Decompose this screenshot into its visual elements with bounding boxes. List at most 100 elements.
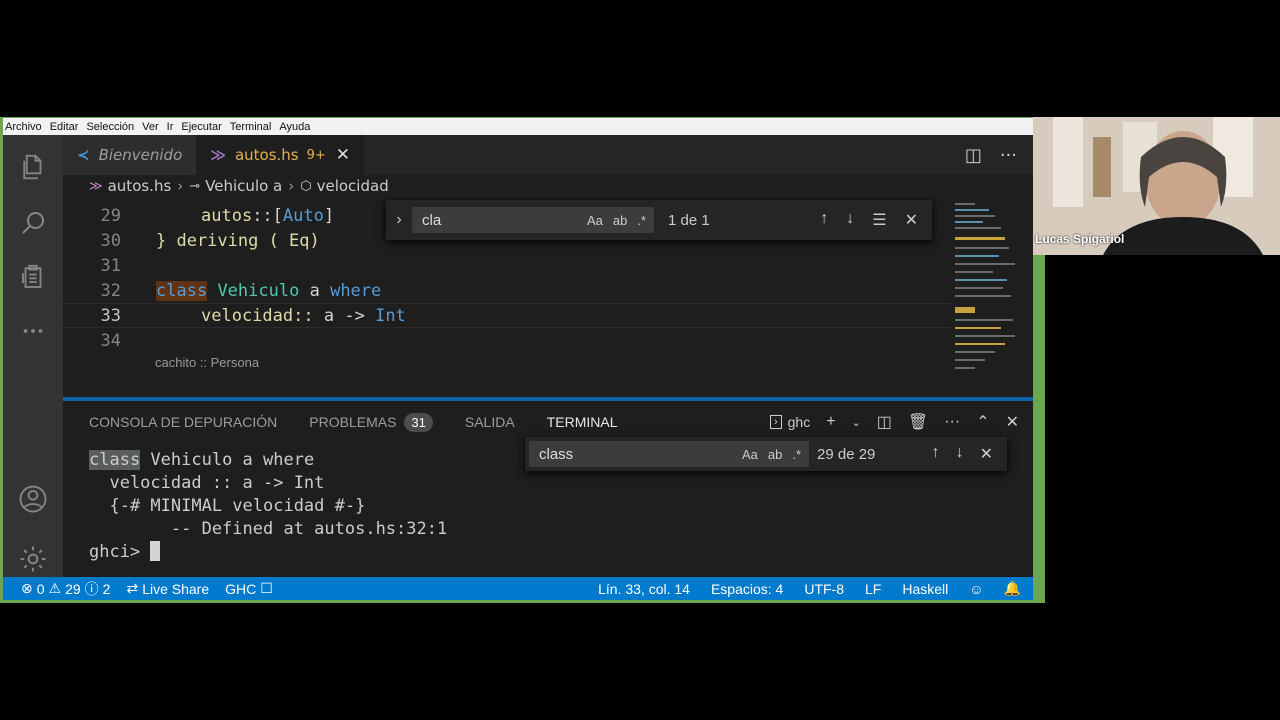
- menu-terminal[interactable]: Terminal: [230, 121, 272, 133]
- error-count: 0: [36, 580, 45, 597]
- breadcrumb-member[interactable]: velocidad: [317, 177, 389, 195]
- feedback-icon[interactable]: ☺: [969, 581, 983, 597]
- code-token: ::[: [252, 205, 283, 226]
- vscode-window: Archivo Editar Selección Ver Ir Ejecutar…: [0, 117, 1045, 603]
- tab-debug-console[interactable]: CONSOLA DE DEPURACIÓN: [89, 401, 277, 443]
- encoding[interactable]: UTF-8: [804, 581, 844, 597]
- type-var: a: [323, 305, 335, 326]
- find-match-count: 29 de 29: [817, 445, 876, 463]
- tab-output[interactable]: SALIDA: [465, 401, 515, 443]
- terminal-cursor: [150, 541, 161, 561]
- participant-name: Lucas Spigariol: [1035, 232, 1125, 246]
- breadcrumb: ≫ autos.hs › ⊸ Vehiculo a › ⬡ velocidad: [63, 175, 1033, 197]
- arrow-up-icon[interactable]: ↑: [932, 444, 940, 464]
- extensions-doc-icon[interactable]: [3, 253, 63, 301]
- code-editor[interactable]: 29 autos::[Auto] 30 } deriving ( Eq) 31 …: [63, 197, 1033, 389]
- code-text: velocidad:: a -> Int: [201, 306, 406, 326]
- arrow-up-icon[interactable]: ↑: [820, 210, 828, 230]
- trash-icon[interactable]: 🗑: [908, 412, 928, 432]
- menu-ejecutar[interactable]: Ejecutar: [181, 121, 221, 133]
- language-mode[interactable]: Haskell: [902, 581, 948, 597]
- gear-icon[interactable]: [3, 535, 63, 583]
- terminal-selector[interactable]: › ghc: [769, 414, 810, 430]
- terminal-text: {-# MINIMAL velocidad #-}: [89, 496, 366, 516]
- code-token: Auto: [282, 205, 324, 226]
- tab-problems[interactable]: PROBLEMAS 31: [309, 401, 433, 443]
- menu-ir[interactable]: Ir: [167, 121, 174, 133]
- plus-icon[interactable]: +: [826, 413, 835, 431]
- split-terminal-icon[interactable]: ◫: [877, 412, 892, 432]
- close-icon[interactable]: ✕: [980, 444, 993, 464]
- menu-ayuda[interactable]: Ayuda: [279, 121, 310, 133]
- find-options: Aa ab .*: [587, 213, 654, 228]
- more-icon[interactable]: [3, 307, 63, 355]
- codelens-hint[interactable]: cachito :: Persona: [155, 355, 259, 370]
- whole-word-icon[interactable]: ab: [768, 447, 782, 462]
- live-share-button[interactable]: ⇄ Live Share: [126, 580, 209, 597]
- account-icon[interactable]: [3, 475, 63, 523]
- split-editor-icon[interactable]: ◫: [965, 145, 982, 166]
- close-icon[interactable]: ✕: [905, 210, 918, 230]
- menu-editar[interactable]: Editar: [50, 121, 79, 133]
- code-line-34[interactable]: 34: [63, 328, 123, 353]
- minimap[interactable]: [951, 197, 1021, 389]
- match-case-icon[interactable]: Aa: [742, 447, 758, 462]
- terminal-icon: ›: [769, 415, 782, 429]
- close-icon[interactable]: ✕: [1006, 412, 1019, 432]
- problems-status[interactable]: ⊗ 0 ⚠ 29 ⓘ 2: [21, 579, 110, 599]
- tab-autos-hs[interactable]: ≫ autos.hs 9+ ✕: [196, 135, 365, 175]
- vscode-logo-icon: ≺: [77, 146, 90, 164]
- square-icon: ☐: [260, 580, 273, 596]
- terminal-text: velocidad :: a -> Int: [89, 473, 325, 493]
- editor-actions: ◫ ···: [965, 135, 1033, 175]
- whole-word-icon[interactable]: ab: [613, 213, 627, 228]
- terminal-find-input[interactable]: class Aa ab .*: [529, 441, 809, 467]
- terminal-output[interactable]: class Vehiculo a where velocidad :: a ->…: [89, 449, 447, 564]
- cursor-position[interactable]: Lín. 33, col. 14: [598, 581, 690, 597]
- menu-seleccion[interactable]: Selección: [86, 121, 134, 133]
- haskell-file-icon: ≫: [210, 146, 226, 164]
- info-icon: ⓘ: [84, 580, 99, 597]
- bell-icon[interactable]: 🔔: [1004, 580, 1021, 597]
- more-actions-icon[interactable]: ···: [1000, 145, 1017, 166]
- regex-icon[interactable]: .*: [792, 447, 801, 462]
- find-options: Aa ab .*: [742, 447, 809, 462]
- breadcrumb-file[interactable]: autos.hs: [108, 177, 172, 195]
- tab-label: autos.hs: [234, 146, 299, 164]
- status-bar: ⊗ 0 ⚠ 29 ⓘ 2 ⇄ Live Share GHC ☐ Lín. 33, col.…: [3, 577, 1033, 600]
- arrow-down-icon[interactable]: ↓: [846, 210, 854, 230]
- code-token: ]: [323, 205, 335, 226]
- match-case-icon[interactable]: Aa: [587, 213, 603, 228]
- code-line-32[interactable]: 32 class Vehiculo a where: [63, 278, 381, 303]
- search-icon[interactable]: [3, 199, 63, 247]
- regex-icon[interactable]: .*: [637, 213, 646, 228]
- line-number: 32: [100, 280, 121, 301]
- chevron-right-icon[interactable]: ›: [386, 211, 412, 229]
- panel-actions: › ghc + ⌄ ◫ 🗑 ··· ⌃ ✕: [769, 412, 1033, 432]
- code-token: autos::[Auto]: [201, 206, 334, 226]
- arrow-down-icon[interactable]: ↓: [956, 444, 964, 464]
- code-line-31[interactable]: 31: [63, 253, 123, 278]
- menu-archivo[interactable]: Archivo: [5, 121, 42, 133]
- tab-bienvenido[interactable]: ≺ Bienvenido: [63, 135, 197, 175]
- explorer-icon[interactable]: [3, 143, 63, 191]
- indentation[interactable]: Espacios: 4: [711, 581, 783, 597]
- terminal-match-highlight: class: [89, 450, 141, 470]
- code-line-33[interactable]: 33 velocidad:: a -> Int: [63, 303, 406, 328]
- type-var: a: [309, 280, 320, 301]
- code-line-30[interactable]: 30 } deriving ( Eq): [63, 228, 320, 253]
- breadcrumb-class[interactable]: Vehiculo a: [205, 177, 282, 195]
- find-in-selection-icon[interactable]: ☰: [872, 210, 886, 230]
- menu-ver[interactable]: Ver: [142, 121, 159, 133]
- ghc-status[interactable]: GHC ☐: [225, 580, 273, 597]
- arrow: ->: [344, 305, 365, 326]
- code-line-29[interactable]: 29 autos::[Auto]: [63, 203, 335, 228]
- warning-count: 29: [65, 580, 81, 597]
- chevron-up-icon[interactable]: ⌃: [976, 412, 989, 432]
- more-actions-icon[interactable]: ···: [944, 413, 960, 431]
- close-icon[interactable]: ✕: [336, 145, 350, 165]
- error-icon: ⊗: [21, 580, 33, 596]
- chevron-down-icon[interactable]: ⌄: [852, 416, 861, 429]
- editor-find-input[interactable]: cla Aa ab .*: [412, 207, 654, 233]
- end-of-line[interactable]: LF: [865, 581, 881, 597]
